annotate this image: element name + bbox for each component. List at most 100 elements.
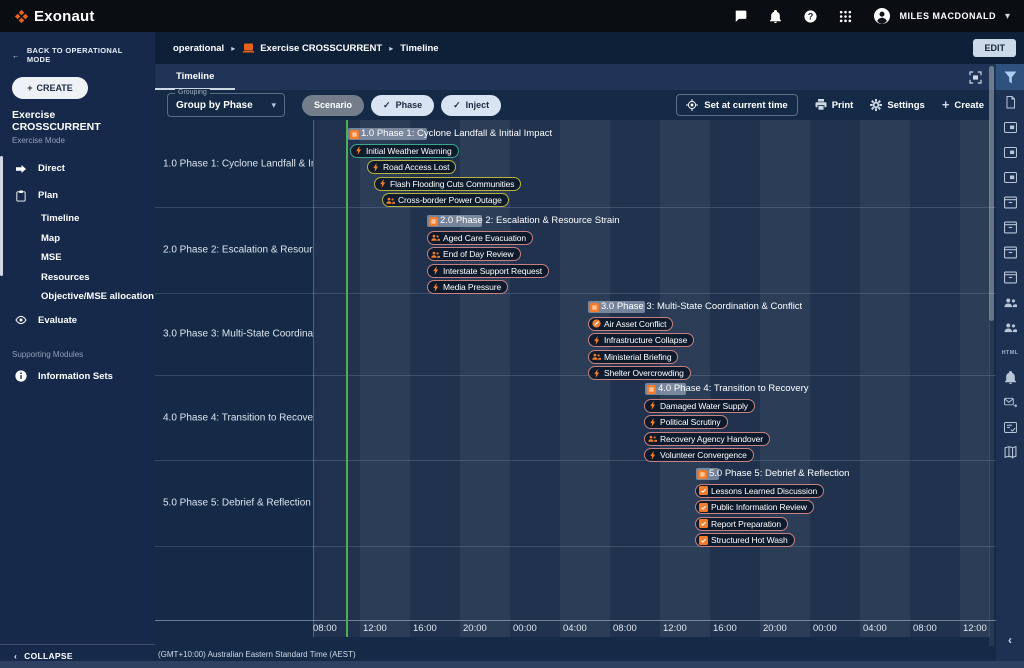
top-bar: Exonaut ? MILES MACDONALD ▾ [0,0,1024,32]
grouping-select[interactable]: Grouping Group by Phase ▾ [167,93,285,117]
settings-button[interactable]: Settings [870,99,924,111]
bell-rail-icon[interactable] [996,365,1024,390]
phase-icon [647,385,656,394]
sidebar-item-map[interactable]: Map [0,229,155,249]
group-rail-icon[interactable] [996,315,1024,340]
axis-tick-label: 16:00 [413,623,437,634]
breadcrumb-timeline[interactable]: Timeline [400,43,438,54]
archive-rail-icon[interactable] [996,240,1024,265]
filter-rail-icon[interactable] [996,64,1024,90]
card-rail-icon[interactable] [996,165,1024,190]
breadcrumb-operational[interactable]: operational [173,43,224,54]
card-rail-icon[interactable] [996,140,1024,165]
inject-lessons-learned-discussion[interactable]: Lessons Learned Discussion [695,484,824,498]
print-button[interactable]: Print [815,99,854,111]
fullscreen-icon[interactable] [969,71,982,84]
collapse-sidebar-button[interactable]: ‹ COLLAPSE [0,644,155,661]
sidebar-item-direct[interactable]: Direct [0,155,155,182]
inject-media-pressure[interactable]: Media Pressure [427,280,508,294]
archive-rail-icon[interactable] [996,265,1024,290]
chip-label: Scenario [314,100,352,110]
doc-rail-icon[interactable] [996,90,1024,115]
inject-label: Flash Flooding Cuts Communities [390,179,514,189]
sidebar-item-timeline[interactable]: Timeline [0,209,155,229]
phase-icon [350,130,359,139]
inject-report-preparation[interactable]: Report Preparation [695,517,788,531]
sidebar-item-plan[interactable]: Plan [0,182,155,209]
back-label: BACK TO OPERATIONAL MODE [27,46,143,64]
inject-damaged-water-supply[interactable]: Damaged Water Supply [644,399,755,413]
set-at-current-time-button[interactable]: Set at current time [676,94,797,116]
user-menu[interactable]: MILES MACDONALD ▾ [874,8,1010,24]
html-module-icon[interactable]: HTML [996,340,1024,365]
inject-flash-flooding-cuts-communities[interactable]: Flash Flooding Cuts Communities [374,177,521,191]
brand-logo: Exonaut [14,8,95,25]
tab-timeline[interactable]: Timeline [155,64,235,90]
mailfwd-rail-icon[interactable] [996,390,1024,415]
sidebar-item-information-sets[interactable]: Information Sets [0,363,155,390]
people-icon [648,434,657,443]
inject-shelter-overcrowding[interactable]: Shelter Overcrowding [588,366,691,380]
phase-bar-label: 2.0 Phase 2: Escalation & Resource Strai… [440,215,620,227]
group-rail-icon[interactable] [996,290,1024,315]
current-time-line [346,120,348,637]
inject-end-of-day-review[interactable]: End of Day Review [427,247,521,261]
svg-text:?: ? [808,11,814,21]
inject-infrastructure-collapse[interactable]: Infrastructure Collapse [588,333,694,347]
inject-label: Structured Hot Wash [711,535,788,545]
back-to-operational-mode-button[interactable]: ← BACK TO OPERATIONAL MODE [0,32,155,64]
exercise-mode-label: Exercise Mode [12,136,143,145]
inject-political-scrutiny[interactable]: Political Scrutiny [644,415,728,429]
inject-road-access-lost[interactable]: Road Access Lost [367,160,456,174]
chat-icon[interactable] [734,10,747,23]
inject-air-asset-conflict[interactable]: Air Asset Conflict [588,317,673,331]
row-separator [155,375,996,376]
inject-label: Lessons Learned Discussion [711,486,817,496]
filter-chip-inject[interactable]: ✓Inject [441,95,501,116]
create-label: Create [954,100,984,111]
cardcheck-rail-icon[interactable] [996,415,1024,440]
card-rail-icon[interactable] [996,115,1024,140]
filter-chip-phase[interactable]: ✓Phase [371,95,434,116]
inject-interstate-support-request[interactable]: Interstate Support Request [427,264,549,278]
scrollbar-thumb[interactable] [989,66,994,321]
rail-collapse-chevron-icon[interactable]: ‹ [1008,633,1012,647]
filter-chip-scenario[interactable]: Scenario [302,95,364,116]
book-icon [1004,446,1017,459]
book-rail-icon[interactable] [996,440,1024,465]
inject-aged-care-evacuation[interactable]: Aged Care Evacuation [427,231,533,245]
supporting-modules-label: Supporting Modules [12,350,143,359]
inject-volunteer-convergence[interactable]: Volunteer Convergence [644,448,754,462]
phase-icon [698,470,707,479]
group-icon [1004,296,1017,309]
bolt-icon [592,336,601,345]
vertical-scrollbar[interactable] [989,66,994,646]
arrow-left-icon: ← [12,51,20,60]
archive-rail-icon[interactable] [996,190,1024,215]
archive-icon [1004,271,1017,284]
toolbar-actions: Set at current time Print Settings + Cre… [676,94,984,116]
inject-recovery-agency-handover[interactable]: Recovery Agency Handover [644,432,770,446]
sidebar-item-resources[interactable]: Resources [0,268,155,288]
inject-ministerial-briefing[interactable]: Ministerial Briefing [588,350,678,364]
sidebar-item-mse[interactable]: MSE [0,248,155,268]
sidebar-item-objective-mse-allocation[interactable]: Objective/MSE allocation [0,287,155,307]
archive-rail-icon[interactable] [996,215,1024,240]
settings-label: Settings [887,100,924,111]
inject-initial-weather-warning[interactable]: Initial Weather Warning [350,144,459,158]
phase-label-column: 1.0 Phase 1: Cyclone Landfall & Initia..… [155,120,313,637]
create-button[interactable]: + CREATE [12,77,88,99]
inject-structured-hot-wash[interactable]: Structured Hot Wash [695,533,795,547]
horizontal-scrollbar[interactable] [0,661,1024,668]
apps-grid-icon[interactable] [839,10,852,23]
timeline-plot-area: 08:0012:0016:0020:0000:0004:0008:0012:00… [313,120,990,637]
inject-cross-border-power-outage[interactable]: Cross-border Power Outage [382,193,509,207]
sidebar-item-label: Direct [38,163,65,174]
breadcrumb-exercise[interactable]: Exercise CROSSCURRENT [260,43,382,54]
inject-public-information-review[interactable]: Public Information Review [695,500,814,514]
create-inject-button[interactable]: + Create [942,100,984,111]
notifications-bell-icon[interactable] [769,10,782,23]
sidebar-item-evaluate[interactable]: Evaluate [0,307,155,334]
edit-button[interactable]: EDIT [973,39,1016,57]
help-icon[interactable]: ? [804,10,817,23]
